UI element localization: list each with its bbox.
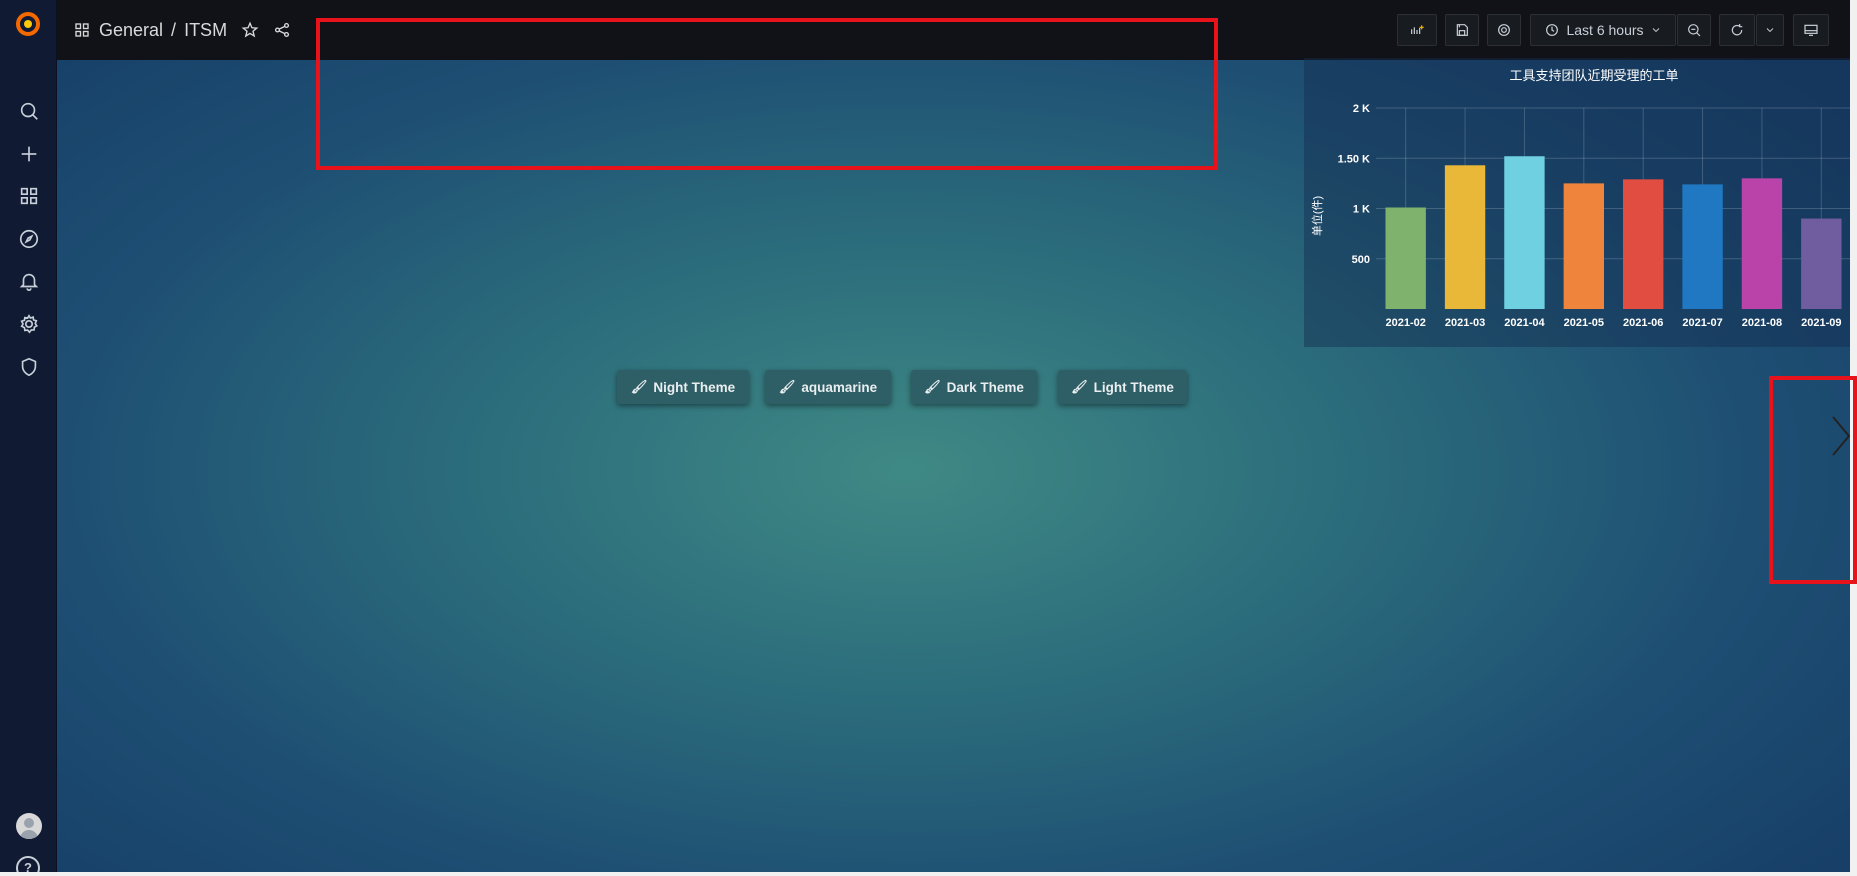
- bar: [1504, 156, 1545, 309]
- tv-mode-button[interactable]: [1793, 14, 1829, 46]
- annotation-box-right: [1769, 376, 1857, 584]
- x-tick-label: 2021-04: [1504, 317, 1545, 329]
- y-axis-label: 单位(件): [1310, 196, 1324, 236]
- breadcrumb-folder[interactable]: General: [99, 20, 163, 41]
- dashboards-icon: [75, 23, 89, 37]
- window-bottom-edge: [0, 872, 1857, 876]
- bar: [1682, 184, 1723, 309]
- brush-icon: 🖌: [630, 379, 648, 394]
- y-tick-label: 1.50 K: [1338, 153, 1370, 165]
- save-icon: [1456, 24, 1468, 36]
- theme-button-label: Night Theme: [653, 379, 736, 395]
- chevron-down-icon: [1652, 28, 1659, 33]
- theme-button-label: Light Theme: [1093, 379, 1174, 395]
- settings-gear-icon[interactable]: [16, 311, 42, 337]
- grafana-logo-icon[interactable]: [14, 10, 42, 38]
- y-tick-label: 2 K: [1353, 103, 1370, 115]
- chevron-down-icon: [1766, 28, 1774, 33]
- bar: [1563, 183, 1604, 309]
- save-dashboard-button[interactable]: [1445, 14, 1479, 46]
- time-range-label: Last 6 hours: [1566, 22, 1644, 38]
- y-tick-label: 500: [1352, 254, 1370, 266]
- breadcrumb-separator: /: [171, 19, 177, 40]
- bar-chart: 500 1 K 1.50 K 2 K 2021-02 2021-03 2021-04 2021…: [1310, 103, 1851, 329]
- brush-icon: 🖌: [1071, 379, 1088, 394]
- brush-icon: 🖌: [924, 379, 941, 394]
- avatar[interactable]: [16, 813, 42, 839]
- x-tick-label: 2021-06: [1623, 317, 1663, 329]
- refresh-interval-dropdown[interactable]: [1756, 14, 1784, 46]
- zoom-out-button[interactable]: [1677, 14, 1711, 46]
- add-panel-icon: [1411, 25, 1424, 34]
- time-range-picker[interactable]: Last 6 hours: [1530, 14, 1676, 46]
- share-icon[interactable]: [273, 21, 291, 39]
- light-theme-button[interactable]: 🖌 Light Theme: [1058, 370, 1187, 404]
- annotation-box-top: [316, 18, 1218, 170]
- bar: [1741, 178, 1783, 309]
- panel-title: 工具支持团队近期受理的工单: [1509, 68, 1679, 83]
- x-tick-label: 2021-02: [1386, 317, 1426, 329]
- dashboard-settings-button[interactable]: [1487, 14, 1521, 46]
- grafana-app: ? General / ITSM Last 6 hours 工具支持团队近期受理…: [0, 0, 1857, 876]
- dashboard-settings-icon: [1498, 24, 1510, 36]
- night-theme-button[interactable]: 🖌 Night Theme: [617, 370, 749, 404]
- shield-icon[interactable]: [16, 354, 42, 380]
- add-panel-button[interactable]: [1397, 14, 1437, 46]
- bar: [1444, 165, 1486, 309]
- zoom-out-icon: [1688, 24, 1701, 37]
- x-tick-label: 2021-03: [1445, 317, 1485, 329]
- x-tick-label: 2021-09: [1801, 317, 1841, 329]
- plus-icon[interactable]: [16, 141, 42, 167]
- clock-icon: [1546, 24, 1559, 36]
- alert-bell-icon[interactable]: [16, 268, 42, 294]
- theme-button-label: Dark Theme: [946, 379, 1024, 395]
- breadcrumb: General / ITSM: [73, 18, 291, 42]
- dashboards-icon[interactable]: [16, 183, 42, 209]
- x-tick-label: 2021-08: [1742, 317, 1782, 329]
- x-tick-label: 2021-07: [1682, 317, 1722, 329]
- breadcrumb-dashboard-title[interactable]: ITSM: [184, 20, 227, 41]
- tv-mode-icon: [1804, 24, 1818, 36]
- y-tick-label: 1 K: [1353, 204, 1370, 216]
- theme-button-label: aquamarine: [801, 379, 878, 395]
- dark-theme-button[interactable]: 🖌 Dark Theme: [911, 370, 1037, 404]
- search-icon[interactable]: [16, 98, 42, 124]
- aquamarine-theme-button[interactable]: 🖌 aquamarine: [765, 370, 891, 404]
- brush-icon: 🖌: [778, 379, 796, 394]
- refresh-button[interactable]: [1719, 14, 1755, 46]
- bar: [1623, 179, 1664, 309]
- bar: [1385, 207, 1426, 309]
- bar-chart-panel[interactable]: 工具支持团队近期受理的工单 500 1 K 1.50 K 2 K 2021-02 2021…: [1304, 58, 1857, 347]
- explore-compass-icon[interactable]: [16, 226, 42, 252]
- x-tick-label: 2021-05: [1564, 317, 1604, 329]
- refresh-icon: [1731, 24, 1743, 36]
- bar: [1801, 218, 1842, 309]
- star-icon[interactable]: [241, 21, 259, 39]
- sidebar: ?: [0, 0, 57, 876]
